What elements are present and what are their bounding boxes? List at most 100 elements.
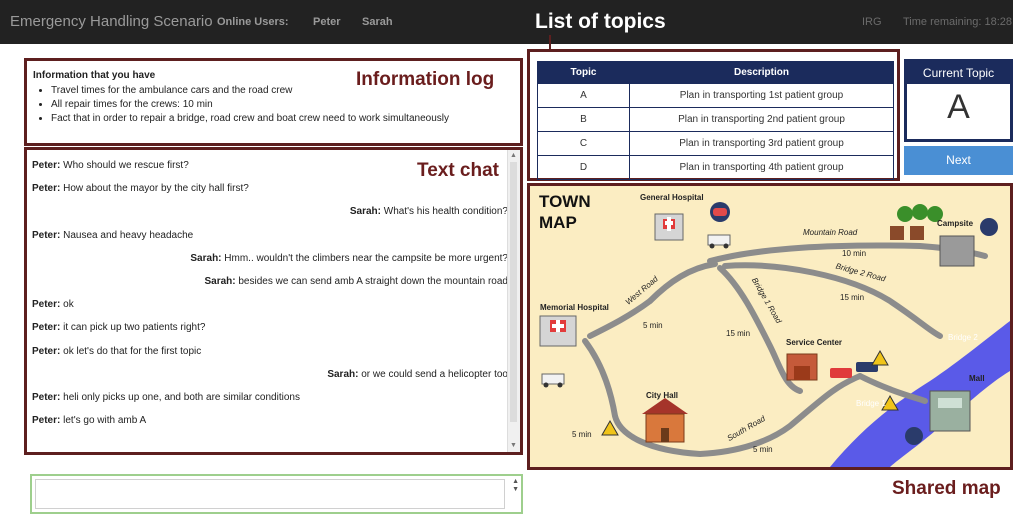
text-chat: Peter: Who should we rescue first? Peter:…: [24, 147, 523, 455]
online-user-sarah[interactable]: Sarah: [362, 0, 393, 44]
label-bridge-2: Bridge 2: [948, 333, 978, 342]
label-time: 5 min: [643, 321, 663, 330]
topic-description: Plan in transporting 3rd patient group: [629, 131, 894, 156]
chat-speaker: Peter:: [32, 160, 61, 171]
org-label: IRG: [862, 16, 882, 28]
chat-message: Sarah: What's his health condition?: [32, 200, 508, 223]
chat-message: Peter: heli only picks up one, and both …: [32, 386, 508, 409]
online-user-peter[interactable]: Peter: [313, 0, 341, 44]
current-topic-value: A: [947, 88, 970, 126]
label-mall: Mall: [969, 374, 985, 383]
current-topic-title: Current Topic: [907, 62, 1010, 84]
chat-message: Peter: it can pick up two patients right…: [32, 316, 508, 339]
annotation-text-chat: Text chat: [417, 160, 500, 181]
online-users-label: Online Users:: [217, 16, 289, 28]
topic-description: Plan in transporting 1st patient group: [629, 83, 894, 108]
annotation-shared-map: Shared map: [892, 478, 1001, 499]
information-item: Fact that in order to repair a bridge, r…: [51, 113, 449, 124]
chat-message: Peter: ok let's do that for the first to…: [32, 340, 508, 363]
information-log: Information that you have Travel times f…: [24, 58, 523, 146]
label-time: 15 min: [840, 293, 865, 302]
topic-description: Plan in transporting 2nd patient group: [629, 107, 894, 132]
label-memorial-hospital: Memorial Hospital: [540, 303, 609, 312]
topic-list: Topic Description A Plan in transporting …: [527, 49, 900, 181]
general-hospital-icon[interactable]: [654, 213, 684, 241]
scroll-up-icon[interactable]: ▲: [510, 152, 517, 160]
chat-speaker: Sarah:: [327, 368, 359, 380]
topic-row[interactable]: D Plan in transporting 4th patient group: [537, 155, 894, 180]
topic-row[interactable]: A Plan in transporting 1st patient group: [537, 83, 894, 108]
description-column-header: Description: [629, 61, 894, 84]
label-general-hospital: General Hospital: [640, 193, 704, 202]
helicopter-icon[interactable]: [710, 202, 730, 222]
chat-message: Peter: ok: [32, 293, 508, 316]
chat-speaker: Peter:: [32, 322, 61, 334]
memorial-hospital-icon[interactable]: [539, 315, 577, 347]
chat-scrollbar[interactable]: ▲ ▼: [507, 150, 520, 452]
chat-input-container: ▲ ▼: [30, 474, 523, 514]
topic-row[interactable]: B Plan in transporting 2nd patient group: [537, 107, 894, 132]
scroll-thumb[interactable]: [510, 162, 517, 422]
chat-input[interactable]: [35, 479, 505, 509]
chat-speaker: Sarah:: [204, 275, 236, 287]
chat-message: Sarah: besides we can send amb A straigh…: [32, 270, 508, 293]
chat-message: Sarah: or we could send a helicopter too: [32, 363, 508, 386]
chat-speaker: Peter:: [32, 345, 61, 357]
service-center-icon[interactable]: [786, 353, 818, 381]
input-spinner-icon[interactable]: ▲ ▼: [512, 478, 519, 494]
annotation-list-of-topics: List of topics: [535, 10, 666, 33]
chat-text: or we could send a helicopter too: [361, 368, 508, 380]
topic-id: B: [537, 107, 630, 132]
topic-id: D: [537, 155, 630, 180]
chat-message: Peter: let's go with amb A: [32, 409, 508, 432]
next-button[interactable]: Next: [904, 146, 1013, 175]
label-mountain-road: Mountain Road: [803, 228, 858, 237]
label-time: 5 min: [753, 445, 773, 454]
information-item: All repair times for the crews: 10 min: [51, 99, 449, 110]
chat-text: What's his health condition?: [383, 206, 508, 218]
chat-text: let's go with amb A: [63, 415, 147, 427]
label-service-center: Service Center: [786, 338, 843, 347]
chat-speaker: Peter:: [32, 299, 61, 311]
chat-text: Nausea and heavy headache: [63, 229, 194, 241]
label-time: 15 min: [726, 329, 751, 338]
topic-row[interactable]: C Plan in transporting 3rd patient group: [537, 131, 894, 156]
chat-message-list: Peter: Who should we rescue first? Peter:…: [32, 154, 508, 432]
label-time: 10 min: [842, 249, 867, 258]
chat-text: ok: [63, 299, 74, 311]
chat-text: ok let's do that for the first topic: [63, 345, 202, 357]
information-list: Travel times for the ambulance cars and …: [35, 85, 449, 127]
chat-text: Who should we rescue first?: [63, 160, 189, 171]
label-city-hall: City Hall: [646, 391, 679, 400]
label-campsite: Campsite: [937, 219, 974, 228]
topic-id: C: [537, 131, 630, 156]
label-bridge-1: Bridge 1: [856, 399, 886, 408]
app-title: Emergency Handling Scenario: [10, 13, 213, 30]
town-map-canvas[interactable]: [530, 186, 1010, 467]
chat-text: How about the mayor by the city hall fir…: [63, 183, 249, 195]
chat-text: Hmm.. wouldn't the climbers near the cam…: [224, 252, 508, 264]
shared-map[interactable]: TOWN MAP General Hospital Campsite Memor…: [527, 183, 1013, 470]
chat-speaker: Sarah:: [190, 252, 222, 264]
topic-column-header: Topic: [537, 61, 630, 84]
chat-speaker: Peter:: [32, 183, 61, 195]
topic-id: A: [537, 83, 630, 108]
chat-speaker: Peter:: [32, 415, 61, 427]
topic-table: Topic Description A Plan in transporting …: [537, 61, 894, 180]
chat-message: Peter: Nausea and heavy headache: [32, 224, 508, 247]
chat-message: Sarah: Hmm.. wouldn't the climbers near …: [32, 247, 508, 270]
map-title-line: MAP: [539, 213, 577, 232]
current-topic-panel: Current Topic A: [904, 59, 1013, 142]
map-title: TOWN MAP: [539, 191, 591, 233]
top-bar: Emergency Handling Scenario Online Users…: [0, 0, 1013, 44]
topic-description: Plan in transporting 4th patient group: [629, 155, 894, 180]
chat-text: besides we can send amb A straight down …: [238, 275, 508, 287]
scroll-down-icon[interactable]: ▼: [510, 442, 517, 450]
label-time: 5 min: [572, 430, 592, 439]
chat-text: it can pick up two patients right?: [63, 322, 206, 334]
map-title-line: TOWN: [539, 192, 591, 211]
information-log-title: Information that you have: [33, 70, 156, 81]
chat-speaker: Peter:: [32, 229, 61, 241]
chat-speaker: Peter:: [32, 391, 61, 403]
chat-speaker: Sarah:: [349, 206, 381, 218]
